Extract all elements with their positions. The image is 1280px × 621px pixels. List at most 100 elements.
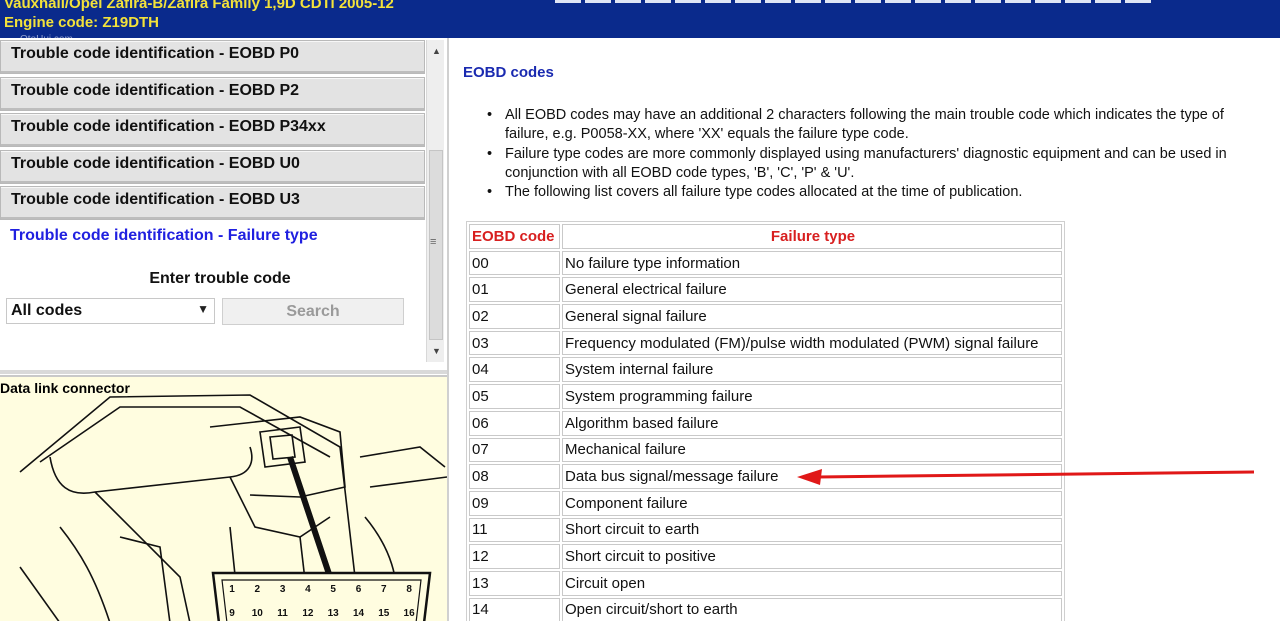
code-type-select[interactable]: All codes ▼ — [6, 298, 215, 324]
chevron-down-icon: ▼ — [197, 302, 209, 316]
connector-pin-label: 15 — [378, 608, 390, 619]
menu-item-eobd-p0[interactable]: Trouble code identification - EOBD P0 — [0, 40, 425, 74]
menu-item-eobd-p34xx[interactable]: Trouble code identification - EOBD P34xx — [0, 113, 425, 147]
connector-pin-label: 16 — [404, 608, 416, 619]
app-header: Vauxhall/Opel Zafira-B/Zafira Family 1,9… — [0, 0, 1280, 45]
toolbar-button[interactable] — [585, 0, 611, 3]
table-body: 00 No failure type information 01 General e… — [469, 250, 1062, 621]
bullet-item: • Failure type codes are more commonly di… — [485, 145, 1280, 164]
connector-pin-label: 4 — [305, 584, 311, 595]
toolbar-button[interactable] — [795, 0, 821, 3]
table-row: 09 Component failure — [469, 490, 1062, 516]
toolbar-button[interactable] — [675, 0, 701, 3]
toolbar-button[interactable] — [1095, 0, 1121, 3]
toolbar-button[interactable] — [825, 0, 851, 3]
failure-type-cell: General electrical failure — [562, 277, 1062, 303]
table-row: 05 System programming failure — [469, 384, 1062, 409]
table-header-row: EOBD code Failure type — [469, 224, 1062, 249]
engine-code: Engine code: Z19DTH — [4, 14, 160, 31]
menu-item-eobd-u0[interactable]: Trouble code identification - EOBD U0 — [0, 149, 425, 184]
table-row: 00 No failure type information — [469, 250, 1062, 276]
vehicle-title: Vauxhall/Opel Zafira-B/Zafira Family 1,9… — [4, 0, 394, 12]
connector-pin-label: 2 — [255, 584, 261, 595]
eobd-code-cell: 14 — [469, 597, 560, 621]
connector-pin-label: 5 — [330, 584, 336, 595]
connector-pin-label: 8 — [406, 584, 412, 595]
toolbar-button[interactable] — [735, 0, 761, 3]
scroll-down-icon[interactable]: ▼ — [432, 346, 441, 356]
toolbar-button[interactable] — [705, 0, 731, 3]
column-header-code: EOBD code — [469, 224, 560, 249]
toolbar-button[interactable] — [1125, 0, 1151, 3]
toolbar-button[interactable] — [645, 0, 671, 3]
connector-pin-label: 14 — [353, 608, 365, 619]
table-row: 06 Algorithm based failure — [469, 410, 1062, 436]
column-header-failure: Failure type — [562, 224, 1062, 249]
search-button[interactable]: Search — [222, 298, 404, 325]
table-row: 04 System internal failure — [469, 357, 1062, 383]
failure-type-table: EOBD code Failure type 00 No failure type… — [466, 221, 1065, 621]
table-row: 01 General electrical failure — [469, 277, 1062, 303]
eobd-code-cell: 13 — [469, 570, 560, 596]
connector-pin-label: 9 — [229, 608, 235, 619]
failure-type-cell: Circuit open — [562, 570, 1062, 596]
connector-illustration: 1 2 3 4 5 6 7 89 10 11 12 13 14 15 16 — [19, 394, 447, 621]
eobd-code-cell: 09 — [469, 490, 560, 516]
enter-code-label: Enter trouble code — [149, 270, 291, 287]
failure-type-cell: System programming failure — [562, 384, 1062, 409]
connector-pin-label: 6 — [356, 584, 362, 595]
menu-item-eobd-p2[interactable]: Trouble code identification - EOBD P2 — [0, 76, 425, 111]
code-type-value: All codes — [11, 302, 83, 319]
eobd-code-cell: 06 — [469, 410, 560, 436]
table-row: 08 Data bus signal/message failure — [469, 464, 1062, 489]
menu-item-eobd-u3[interactable]: Trouble code identification - EOBD U3 — [0, 186, 425, 220]
failure-type-cell: General signal failure — [562, 304, 1062, 329]
failure-type-cell: Component failure — [562, 490, 1062, 516]
toolbar-buttons[interactable] — [555, 0, 1151, 3]
grip-icon: ≡ — [430, 236, 437, 248]
content-panel: EOBD codes • All EOBD codes may have an a… — [447, 38, 1280, 621]
failure-type-cell: Open circuit/short to earth — [562, 597, 1062, 621]
connector-pin-label: 10 — [252, 608, 264, 619]
connector-diagram: 1 2 3 4 5 6 7 8 9 10 11 12 13 14 15 16 Data link connec… — [0, 375, 447, 621]
eobd-code-cell: 03 — [469, 330, 560, 356]
eobd-code-cell: 00 — [469, 250, 560, 276]
table-row: 12 Short circuit to positive — [469, 544, 1062, 569]
toolbar-button[interactable] — [855, 0, 881, 3]
panel-divider[interactable] — [0, 370, 447, 374]
bullet-item: • The following list covers all failure t… — [485, 183, 1280, 202]
connector-pin-label: 13 — [328, 608, 340, 619]
toolbar-button[interactable] — [555, 0, 581, 3]
toolbar-button[interactable] — [975, 0, 1001, 3]
eobd-code-cell: 08 — [469, 464, 560, 489]
connector-pin-label: 3 — [280, 584, 286, 595]
eobd-code-cell: 01 — [469, 277, 560, 303]
info-bullets: • All EOBD codes may have an additional 2… — [485, 106, 1280, 202]
failure-type-cell: Frequency modulated (FM)/pulse width mod… — [562, 330, 1062, 356]
failure-type-cell: System internal failure — [562, 357, 1062, 383]
toolbar-button[interactable] — [915, 0, 941, 3]
failure-type-cell: Short circuit to positive — [562, 544, 1062, 569]
eobd-code-cell: 07 — [469, 437, 560, 463]
topic-menu: Trouble code identification - EOBD P0 Tr… — [0, 40, 425, 259]
table-row: 03 Frequency modulated (FM)/pulse width m… — [469, 330, 1062, 356]
eobd-code-cell: 04 — [469, 357, 560, 383]
toolbar-button[interactable] — [1035, 0, 1061, 3]
failure-type-cell: Mechanical failure — [562, 437, 1062, 463]
bullet-item-cont: conjunction with all EOBD code types, 'B… — [505, 164, 855, 181]
menu-scrollbar[interactable]: ▲ ≡ ▼ — [426, 40, 444, 362]
eobd-code-cell: 11 — [469, 517, 560, 543]
failure-type-cell: Short circuit to earth — [562, 517, 1062, 543]
scroll-up-icon[interactable]: ▲ — [432, 46, 441, 56]
toolbar-button[interactable] — [1065, 0, 1091, 3]
bullet-dot-icon: • — [487, 145, 493, 162]
toolbar-button[interactable] — [885, 0, 911, 3]
eobd-code-cell: 05 — [469, 384, 560, 409]
table-row: 11 Short circuit to earth — [469, 517, 1062, 543]
menu-item-failure-type[interactable]: Trouble code identification - Failure ty… — [0, 222, 425, 257]
toolbar-button[interactable] — [765, 0, 791, 3]
table-row: 14 Open circuit/short to earth — [469, 597, 1062, 621]
toolbar-button[interactable] — [1005, 0, 1031, 3]
toolbar-button[interactable] — [945, 0, 971, 3]
toolbar-button[interactable] — [615, 0, 641, 3]
